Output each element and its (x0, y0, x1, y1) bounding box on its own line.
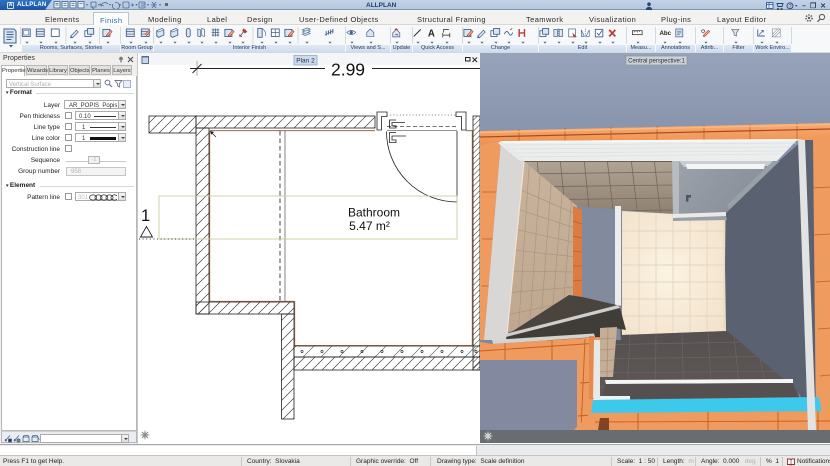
svg-text:5.47 m²: 5.47 m² (349, 219, 390, 233)
svg-text:1: 1 (141, 207, 150, 225)
svg-text:Central perspective:1: Central perspective:1 (628, 59, 685, 65)
svg-text:?: ? (789, 3, 792, 9)
svg-text:Abc: Abc (659, 30, 671, 37)
svg-text:A: A (428, 28, 435, 39)
svg-text:2.99: 2.99 (331, 60, 365, 80)
svg-text:Plan 2: Plan 2 (296, 58, 315, 65)
svg-text:Bathroom: Bathroom (348, 206, 400, 220)
